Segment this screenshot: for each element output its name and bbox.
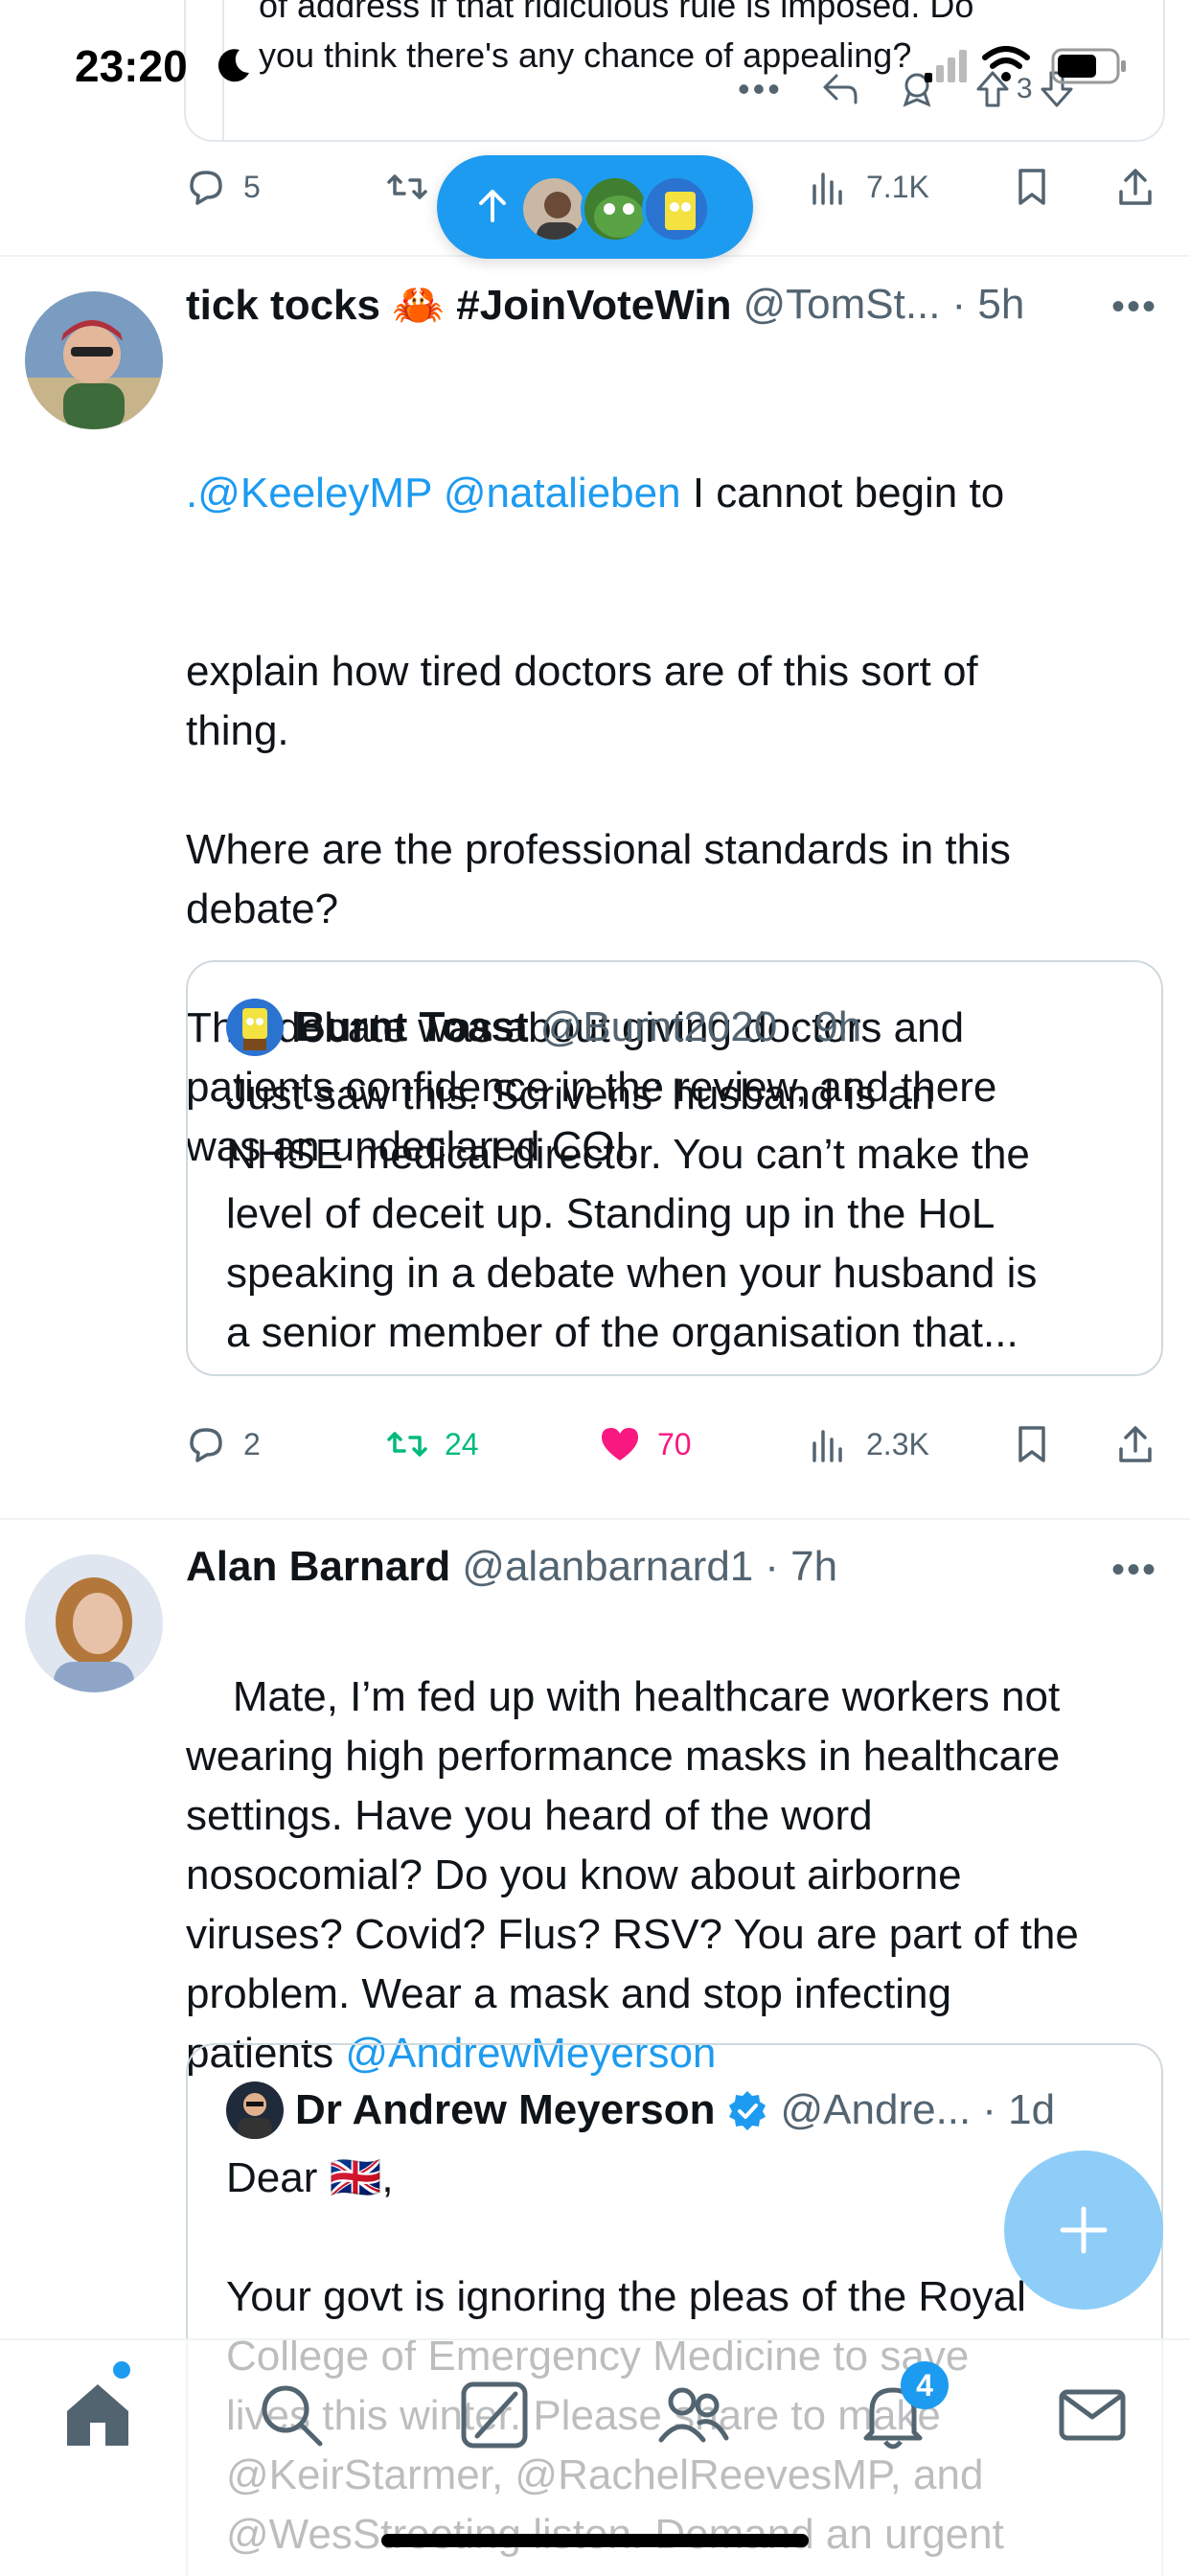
avatar	[519, 174, 588, 243]
quote-display-name: Dr Andrew Meyerson	[295, 2086, 716, 2133]
tweet-header: Alan Barnard @alanbarnard1 · 7h	[186, 1543, 837, 1591]
tweet-actions: 2 24 70 2.3K	[184, 1422, 1171, 1480]
quote-handle: @Andre...	[780, 2086, 972, 2133]
avatar[interactable]	[25, 291, 163, 429]
quote-thread-line	[222, 0, 224, 142]
reply-icon	[190, 171, 222, 205]
more-options-icon[interactable]: •••	[1111, 1549, 1157, 1592]
like-count: 70	[657, 1426, 692, 1461]
bookmark-button[interactable]	[1010, 165, 1054, 209]
timestamp[interactable]: · 7h	[765, 1543, 837, 1591]
notifications-badge: 4	[901, 2361, 949, 2409]
views-count: 7.1K	[866, 169, 929, 204]
avatar	[226, 999, 284, 1056]
more-icon[interactable]: •••	[738, 69, 783, 109]
quote-text: Just saw this. Scrivens’ husband is an N…	[226, 1071, 1038, 1356]
views-button[interactable]: 7.1K	[807, 165, 929, 209]
handle[interactable]: @alanbarnard1	[462, 1543, 753, 1591]
timestamp[interactable]: · 5h	[952, 281, 1025, 329]
quote-timestamp: · 9h	[789, 1003, 862, 1050]
share-button[interactable]	[1113, 165, 1157, 209]
quote-timestamp: · 1d	[982, 2086, 1056, 2133]
messages-icon[interactable]	[1054, 2377, 1131, 2453]
mention-link[interactable]: .@KeeleyMP @natalieben	[186, 470, 681, 517]
share-icon	[1119, 169, 1152, 205]
share-icon	[1119, 1426, 1152, 1462]
home-icon[interactable]	[59, 2377, 136, 2453]
repost-count: 24	[445, 1426, 479, 1461]
previous-quote-actions: ••• 3	[738, 69, 1075, 109]
bookmark-icon	[1018, 1426, 1045, 1462]
like-button[interactable]: 70	[598, 1422, 692, 1466]
status-time: 23:20	[75, 41, 188, 91]
home-unread-dot	[113, 2361, 130, 2379]
reply-button[interactable]: 5	[184, 165, 261, 209]
quote-handle: @Burnt2020	[539, 1003, 778, 1050]
quote-header: Burnt Toast @Burnt2020 · 9h	[226, 999, 861, 1056]
tweet-header: tick tocks 🦀 #JoinVoteWin @TomSt... · 5h	[186, 280, 1024, 330]
upvote-icon[interactable]	[974, 70, 1011, 108]
quote-header: Dr Andrew Meyerson @Andre... · 1d	[226, 2082, 1055, 2139]
arrow-up-icon	[479, 190, 506, 222]
communities-icon[interactable]	[655, 2377, 732, 2453]
display-name[interactable]: tick tocks 🦀 #JoinVoteWin	[186, 280, 731, 330]
reply-button[interactable]: 2	[184, 1422, 261, 1466]
avatar	[581, 174, 650, 243]
reply-arrow-icon[interactable]	[821, 72, 859, 106]
award-icon[interactable]	[898, 70, 936, 108]
repost-icon	[387, 174, 427, 199]
views-button[interactable]: 2.3K	[807, 1422, 929, 1466]
new-posts-pill[interactable]	[437, 155, 753, 259]
repost-button[interactable]	[385, 165, 429, 209]
compose-button[interactable]	[1004, 2150, 1163, 2310]
reply-count: 2	[243, 1426, 261, 1461]
avatar[interactable]	[25, 1554, 163, 1692]
repost-button[interactable]: 24	[385, 1422, 479, 1466]
repost-icon	[387, 1432, 427, 1457]
handle[interactable]: @TomSt...	[743, 281, 940, 329]
more-options-icon[interactable]: •••	[1111, 286, 1157, 329]
display-name[interactable]: Alan Barnard	[186, 1543, 450, 1591]
quote-tweet-card[interactable]: Burnt Toast @Burnt2020 · 9h Just saw thi…	[186, 960, 1163, 1376]
reply-count: 5	[243, 169, 261, 204]
quote-display-name: Burnt Toast	[295, 1003, 529, 1050]
vote-count: 3	[1016, 73, 1033, 104]
heart-icon	[602, 1428, 638, 1460]
bookmark-icon	[1018, 169, 1045, 205]
avatar	[226, 2082, 284, 2139]
reply-icon	[190, 1428, 222, 1462]
home-indicator	[381, 2534, 809, 2547]
downvote-icon[interactable]	[1039, 70, 1075, 108]
share-button[interactable]	[1113, 1422, 1157, 1466]
verified-badge-icon	[729, 2091, 767, 2130]
views-icon	[812, 172, 842, 205]
tweet[interactable]: tick tocks 🦀 #JoinVoteWin @TomSt... · 5h…	[0, 257, 1190, 1520]
plus-icon	[1060, 2206, 1108, 2254]
grok-icon[interactable]	[456, 2377, 533, 2453]
views-count: 2.3K	[866, 1426, 929, 1461]
bookmark-button[interactable]	[1010, 1422, 1054, 1466]
avatar	[642, 174, 711, 243]
views-icon	[812, 1430, 842, 1462]
search-icon[interactable]	[253, 2377, 330, 2453]
